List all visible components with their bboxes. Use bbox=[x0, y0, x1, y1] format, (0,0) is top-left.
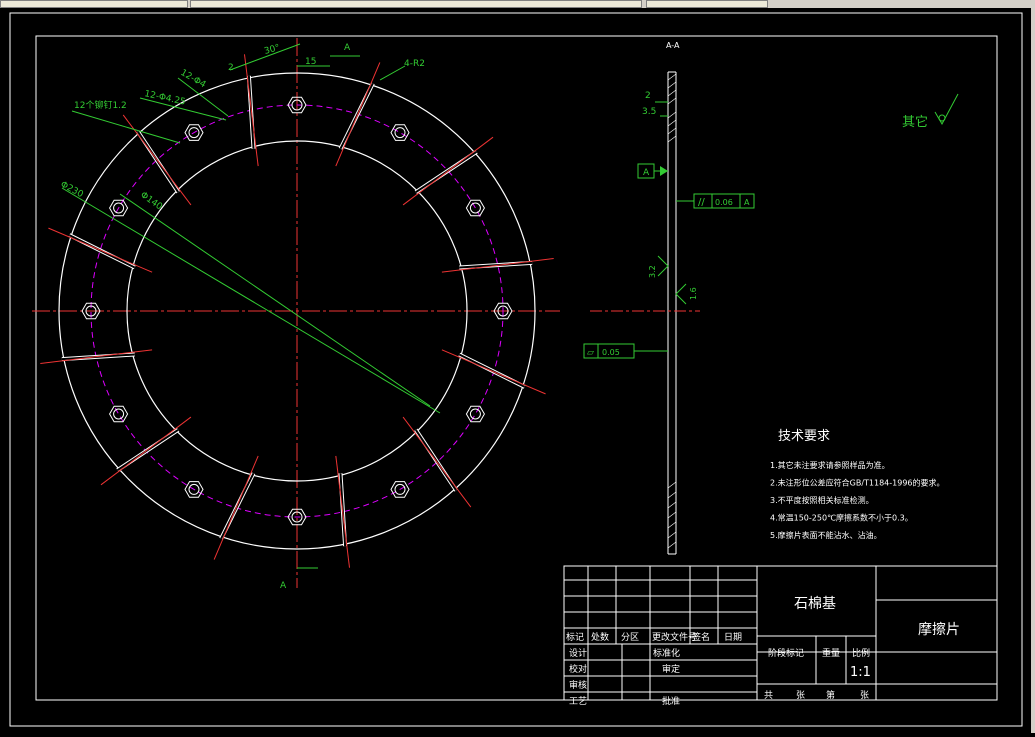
tech-note: 2.未注形位公差应符合GB/T1184-1996的要求。 bbox=[770, 478, 945, 488]
title-block-row-label: 工艺 bbox=[569, 696, 587, 707]
holes-callout: 12个铆钉1.2 bbox=[74, 99, 127, 111]
rivet-hole bbox=[390, 124, 410, 141]
groove-centerline bbox=[335, 62, 381, 167]
review-label: 审定 bbox=[662, 663, 680, 675]
groove-centerline bbox=[402, 136, 494, 206]
parallel-datum: A bbox=[744, 198, 750, 207]
w15-label: 15 bbox=[305, 57, 316, 67]
flatness-value: 0.05 bbox=[602, 348, 620, 357]
title-block-header: 日期 bbox=[724, 632, 742, 643]
sheet-label: 共 bbox=[764, 690, 773, 701]
std-label: 标准化 bbox=[653, 647, 680, 659]
sheet-count: 共张第张 bbox=[764, 689, 869, 701]
grooves-leader bbox=[379, 65, 406, 81]
groove-centerline bbox=[441, 257, 554, 273]
rough-right-symbol bbox=[675, 283, 687, 305]
window-toolbar-strip bbox=[0, 0, 1035, 8]
section-hatch-bottom bbox=[667, 481, 677, 549]
outer-frame bbox=[9, 12, 1023, 727]
roughness-mark-icon bbox=[934, 93, 959, 126]
section-marker-top: A bbox=[344, 43, 351, 53]
other-roughness-label: 其它 bbox=[902, 114, 928, 130]
title-block-row-label: 设计 bbox=[569, 647, 587, 659]
tech-title: 技术要求 bbox=[778, 429, 830, 444]
rough-right: 1.6 bbox=[689, 287, 698, 300]
scale-value: 1:1 bbox=[850, 665, 871, 680]
section-title: A-A bbox=[666, 41, 680, 50]
holes-leader bbox=[71, 110, 181, 144]
groove-centerline bbox=[122, 114, 192, 206]
d140-leader bbox=[119, 193, 431, 407]
stage-label: 阶段标记 bbox=[768, 647, 804, 659]
sheet-label: 张 bbox=[796, 690, 805, 701]
section-marker-bottom: A bbox=[280, 581, 287, 591]
title-block-header: 分区 bbox=[621, 632, 639, 643]
rivet-hole bbox=[109, 405, 129, 423]
hole2-callout: 12-Φ4 bbox=[179, 68, 208, 91]
title-block-headers: 标记 处数 分区 更改文件号签名 日期 bbox=[566, 631, 742, 643]
toolbar-segment[interactable] bbox=[0, 0, 188, 8]
datum-label: A bbox=[643, 168, 650, 178]
groove-centerline bbox=[335, 455, 351, 568]
rough-left-symbol bbox=[657, 255, 669, 277]
tech-note: 1.其它未注要求请参照样品为准。 bbox=[770, 460, 890, 470]
parallel-symbol: // bbox=[698, 197, 705, 208]
rough-left: 3.2 bbox=[648, 265, 657, 278]
title-block-rows: 设计校对审核工艺 bbox=[569, 647, 587, 707]
groove-centerline bbox=[48, 227, 153, 273]
approve-label: 批准 bbox=[662, 695, 680, 707]
drawing-border bbox=[35, 35, 998, 701]
friction-disc-view: Φ230 Φ140 12个铆钉1.2 12-Φ4.25 12-Φ4 30° 2 … bbox=[32, 38, 560, 591]
flatness-symbol: ▱ bbox=[587, 348, 594, 358]
dim-3-5: 3.5 bbox=[642, 107, 656, 117]
groove-centerline bbox=[213, 455, 259, 560]
title-block-header: 处数 bbox=[591, 631, 609, 643]
grooves-callout: 4-R2 bbox=[404, 59, 425, 69]
groove-centerline bbox=[402, 416, 472, 508]
groove-centerline bbox=[441, 349, 546, 395]
title-block-header: 更改文件号 bbox=[652, 631, 697, 643]
angle-callout: 30° bbox=[263, 43, 281, 57]
tech-note: 5.摩擦片表面不能沾水、沾油。 bbox=[770, 530, 882, 540]
title-block-row-label: 审核 bbox=[569, 679, 587, 691]
d230-label: Φ230 bbox=[59, 180, 85, 200]
tech-note: 4.常温150-250℃摩擦系数不小于0.3。 bbox=[770, 513, 913, 523]
sheet-label: 张 bbox=[860, 690, 869, 701]
toolbar-segment[interactable] bbox=[646, 0, 768, 8]
scale-label: 比例 bbox=[852, 647, 870, 659]
part-name: 摩擦片 bbox=[918, 621, 960, 638]
cad-drawing-canvas[interactable]: Φ230 Φ140 12个铆钉1.2 12-Φ4.25 12-Φ4 30° 2 … bbox=[0, 8, 1035, 733]
parallel-value: 0.06 bbox=[715, 198, 733, 207]
tech-notes: 1.其它未注要求请参照样品为准。 2.未注形位公差应符合GB/T1184-1996… bbox=[770, 460, 945, 540]
title-block-header: 标记 bbox=[566, 631, 584, 643]
groove-centerline bbox=[243, 54, 259, 167]
dim-2: 2 bbox=[645, 91, 651, 101]
title-block-row-label: 校对 bbox=[569, 663, 587, 675]
section-hatch-top bbox=[667, 73, 677, 143]
weight-label: 重量 bbox=[822, 647, 840, 659]
toolbar-segment[interactable] bbox=[190, 0, 642, 8]
vertical-scrollbar[interactable] bbox=[1031, 8, 1035, 733]
sheet-label: 第 bbox=[826, 689, 835, 701]
groove-centerline bbox=[40, 349, 153, 365]
tech-note: 3.不平度按照相关标准检测。 bbox=[770, 495, 874, 505]
groove-centerline bbox=[100, 416, 192, 486]
material-name: 石棉基 bbox=[794, 595, 836, 612]
rivet-hole bbox=[465, 405, 485, 423]
datum-triangle bbox=[660, 166, 668, 176]
d230-leader bbox=[61, 187, 441, 414]
section-view: A-A 2 3.5 A // 0.06 A 3.2 1.6 ▱ 0.05 bbox=[583, 41, 755, 555]
title-block-header: 签名 bbox=[692, 631, 710, 643]
angle-ref: 2 bbox=[228, 63, 234, 73]
